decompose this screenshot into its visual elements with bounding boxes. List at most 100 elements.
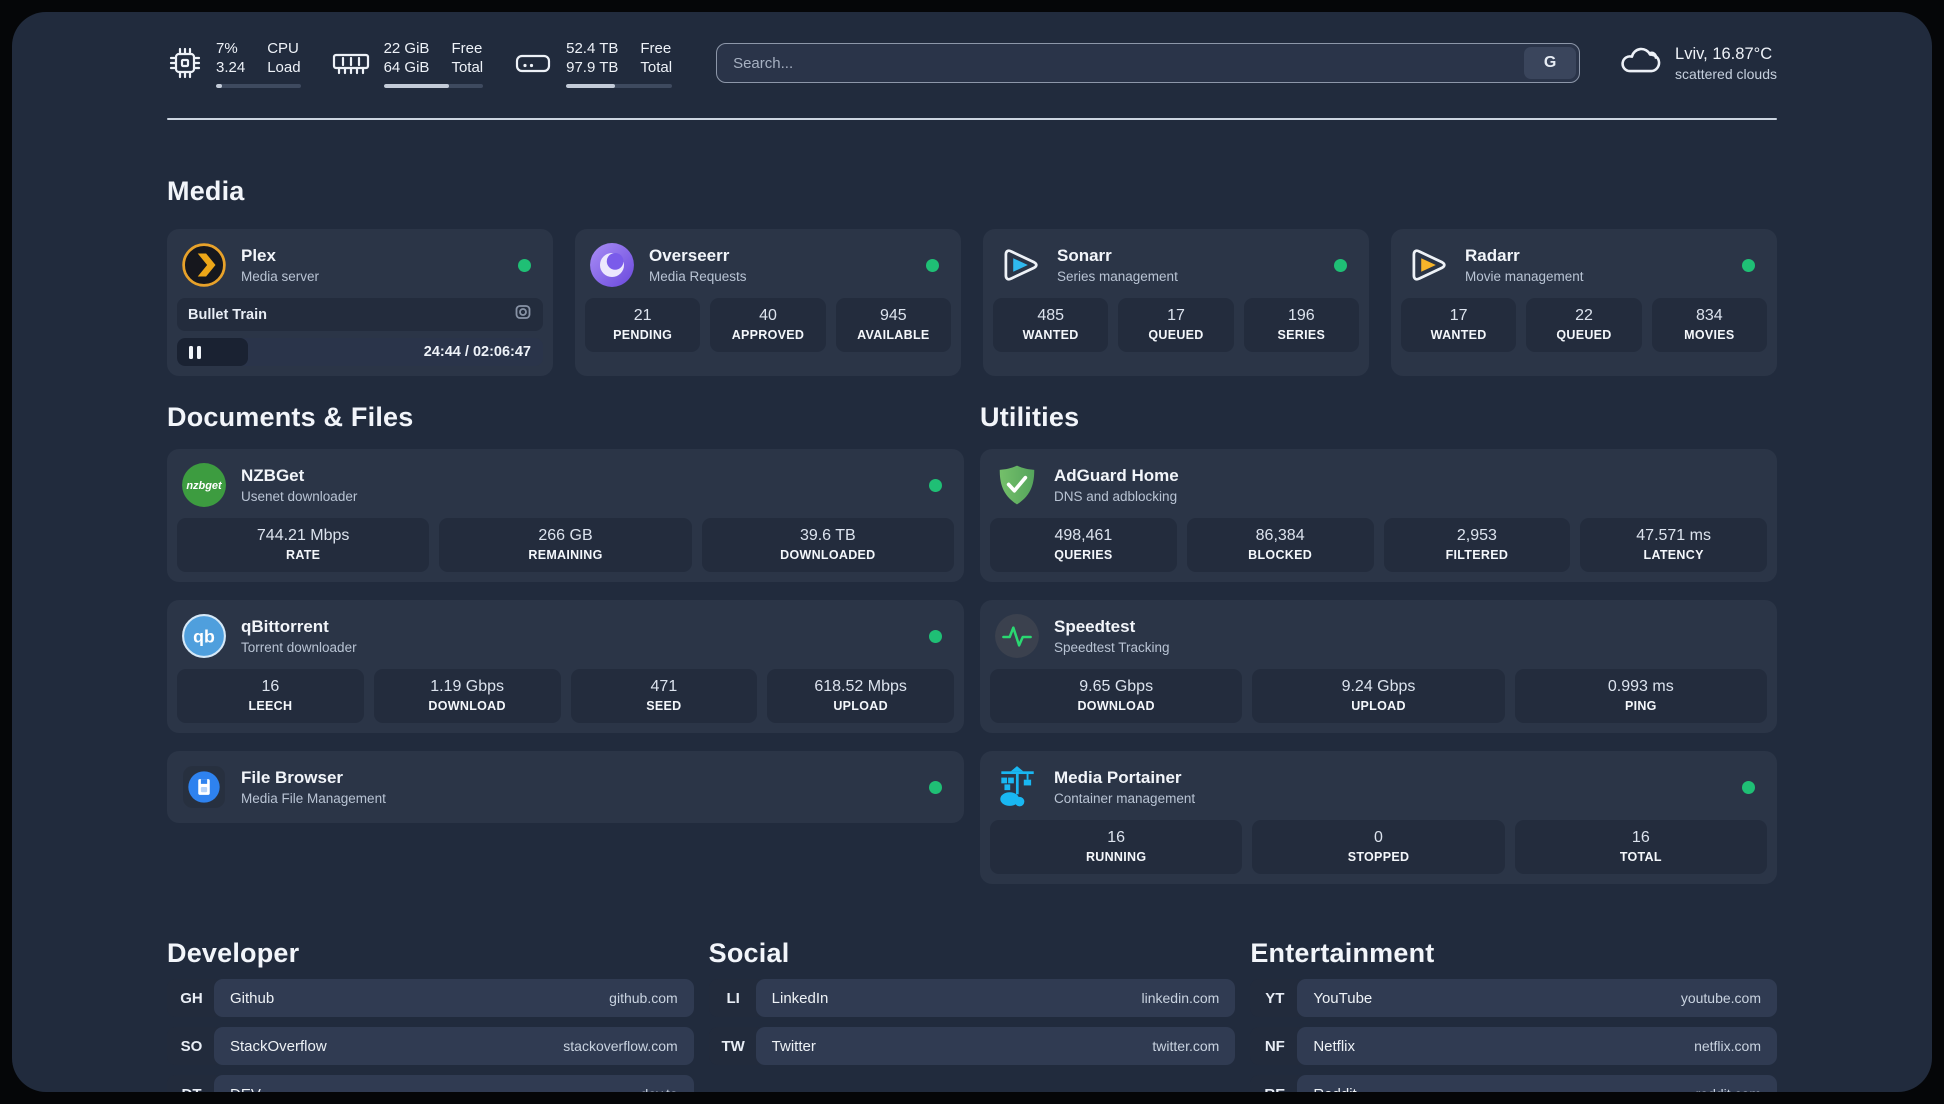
stat-label: QUEUED bbox=[1148, 328, 1204, 342]
stat-label: UPLOAD bbox=[1351, 699, 1406, 713]
filebrowser-card-header: File Browser Media File Management bbox=[177, 761, 954, 813]
header-divider bbox=[167, 118, 1777, 120]
stat-value: 39.6 TB bbox=[799, 527, 856, 544]
stat-tile: 22 QUEUED bbox=[1526, 298, 1642, 352]
stat-label: STOPPED bbox=[1347, 850, 1410, 864]
app-card-adguard[interactable]: AdGuard Home DNS and adblocking 498,461 … bbox=[980, 449, 1777, 582]
stat-tiles: 744.21 Mbps RATE 266 GB REMAINING 39.6 T… bbox=[177, 518, 954, 572]
stat-label: QUERIES bbox=[1054, 548, 1113, 562]
app-card-speedtest[interactable]: Speedtest Speedtest Tracking 9.65 Gbps D… bbox=[980, 600, 1777, 733]
stat-label: TOTAL bbox=[1619, 850, 1662, 864]
stat-value: 471 bbox=[650, 678, 678, 695]
link-row-stackoverflow: SO StackOverflow stackoverflow.com bbox=[167, 1027, 694, 1065]
link-twitter[interactable]: Twitter twitter.com bbox=[755, 1027, 1236, 1065]
app-card-qbittorrent[interactable]: qb qBittorrent Torrent downloader 16 LEE… bbox=[167, 600, 964, 733]
stat-label: QUEUED bbox=[1556, 328, 1612, 342]
sonarr-icon bbox=[997, 242, 1043, 288]
app-card-overseerr[interactable]: Overseerr Media Requests 21 PENDING 40 A… bbox=[575, 229, 961, 376]
dashboard-panel: 7% 3.24 CPU Load 22 GiB 64 GiB Free Tota… bbox=[12, 12, 1932, 1092]
stat-label: WANTED bbox=[1022, 328, 1079, 342]
storage-total-value: 97.9 TB bbox=[566, 59, 619, 76]
link-url: stackoverflow.com bbox=[563, 1038, 678, 1054]
app-subtitle: Container management bbox=[1054, 791, 1196, 806]
search-engine-button[interactable]: G bbox=[1524, 47, 1577, 79]
link-dev[interactable]: DEV dev.to bbox=[214, 1075, 694, 1092]
free-label: Free bbox=[640, 39, 672, 57]
utilities-column: Utilities AdGuard Home DNS and adblockin… bbox=[980, 402, 1777, 884]
playback-time: 24:44 / 02:06:47 bbox=[423, 344, 531, 360]
app-card-radarr[interactable]: Radarr Movie management 17 WANTED 22 QUE… bbox=[1391, 229, 1777, 376]
plex-icon bbox=[181, 242, 227, 288]
link-row-linkedin: LI LinkedIn linkedin.com bbox=[708, 979, 1236, 1017]
stat-tile: 9.65 Gbps DOWNLOAD bbox=[990, 669, 1243, 723]
app-card-portainer[interactable]: Media Portainer Container management 16 … bbox=[980, 751, 1777, 884]
topbar: 7% 3.24 CPU Load 22 GiB 64 GiB Free Tota… bbox=[167, 36, 1777, 90]
stat-value: 9.65 Gbps bbox=[1079, 678, 1154, 695]
storage-icon bbox=[513, 48, 553, 78]
link-github[interactable]: Github github.com bbox=[214, 979, 694, 1017]
app-subtitle: Speedtest Tracking bbox=[1054, 640, 1170, 655]
app-card-plex[interactable]: Plex Media server Bullet Train 24:44 / 0… bbox=[167, 229, 553, 376]
playback-progress-fill bbox=[177, 338, 249, 366]
now-playing-title: Bullet Train bbox=[188, 306, 267, 323]
stat-tiles: 16 RUNNING 0 STOPPED 16 TOTAL bbox=[990, 820, 1767, 874]
stat-label: RUNNING bbox=[1085, 850, 1147, 864]
app-subtitle: Media Requests bbox=[649, 269, 747, 284]
stat-value: 196 bbox=[1287, 307, 1315, 324]
app-subtitle: Movie management bbox=[1465, 269, 1584, 284]
storage-values: 52.4 TB 97.9 TB bbox=[566, 39, 618, 78]
link-youtube[interactable]: YouTube youtube.com bbox=[1297, 979, 1777, 1017]
plex-card-header: Plex Media server bbox=[177, 239, 543, 298]
qbittorrent-icon: qb bbox=[181, 613, 227, 659]
link-url: youtube.com bbox=[1680, 990, 1761, 1006]
stat-value: 16 bbox=[1107, 829, 1126, 846]
cpu-stat: 7% 3.24 CPU Load bbox=[167, 39, 301, 88]
stat-tile: 618.52 Mbps UPLOAD bbox=[767, 669, 954, 723]
link-reddit[interactable]: Reddit reddit.com bbox=[1297, 1075, 1777, 1092]
stat-tile: 40 APPROVED bbox=[710, 298, 826, 352]
stat-label: AVAILABLE bbox=[857, 328, 930, 342]
radarr-card-header: Radarr Movie management bbox=[1401, 239, 1767, 298]
link-netflix[interactable]: Netflix netflix.com bbox=[1297, 1027, 1777, 1065]
weather-widget: Lviv, 16.87°C scattered clouds bbox=[1618, 44, 1777, 83]
stat-tile: 196 SERIES bbox=[1243, 298, 1359, 352]
app-subtitle: Usenet downloader bbox=[241, 489, 358, 504]
link-row-github: GH Github github.com bbox=[167, 979, 694, 1017]
cpu-progress-fill bbox=[216, 83, 222, 88]
stat-value: 47.571 ms bbox=[1636, 527, 1711, 544]
cpu-load-value: 3.24 bbox=[216, 59, 246, 76]
stat-tile: 39.6 TB DOWNLOADED bbox=[701, 518, 954, 572]
cpu-progress-bar bbox=[216, 83, 301, 88]
stat-tile: 945 AVAILABLE bbox=[835, 298, 951, 352]
link-row-youtube: YT YouTube youtube.com bbox=[1250, 979, 1777, 1017]
stat-tile: 16 RUNNING bbox=[990, 820, 1243, 874]
link-linkedin[interactable]: LinkedIn linkedin.com bbox=[755, 979, 1236, 1017]
system-stats: 7% 3.24 CPU Load 22 GiB 64 GiB Free Tota… bbox=[167, 39, 673, 88]
app-card-filebrowser[interactable]: File Browser Media File Management bbox=[167, 751, 964, 823]
stat-tile: 485 WANTED bbox=[993, 298, 1109, 352]
stat-tile: 86,384 BLOCKED bbox=[1186, 518, 1374, 572]
link-name: Github bbox=[230, 989, 275, 1007]
stat-tile: 1.19 Gbps DOWNLOAD bbox=[373, 669, 561, 723]
link-stackoverflow[interactable]: StackOverflow stackoverflow.com bbox=[214, 1027, 694, 1065]
svg-text:nzbget: nzbget bbox=[186, 480, 223, 492]
app-name: Media Portainer bbox=[1054, 768, 1182, 787]
link-row-twitter: TW Twitter twitter.com bbox=[708, 1027, 1236, 1065]
app-card-nzbget[interactable]: nzbget NZBGet Usenet downloader 744.21 M… bbox=[167, 449, 964, 582]
stat-tiles: 16 LEECH 1.19 Gbps DOWNLOAD 471 SEED 618… bbox=[177, 669, 954, 723]
app-card-sonarr[interactable]: Sonarr Series management 485 WANTED 17 Q… bbox=[983, 229, 1369, 376]
stat-label: LEECH bbox=[248, 699, 293, 713]
stat-tile: 16 TOTAL bbox=[1514, 820, 1767, 874]
stat-value: 9.24 Gbps bbox=[1341, 678, 1416, 695]
status-dot bbox=[1334, 258, 1347, 272]
filebrowser-icon bbox=[181, 764, 227, 810]
stat-label: DOWNLOAD bbox=[1077, 699, 1155, 713]
app-name: File Browser bbox=[241, 768, 344, 787]
app-subtitle: Media server bbox=[241, 269, 320, 284]
search-input[interactable] bbox=[717, 44, 1522, 82]
pause-icon[interactable] bbox=[189, 345, 201, 359]
section-title-social: Social bbox=[708, 938, 790, 968]
stat-tiles: 17 WANTED 22 QUEUED 834 MOVIES bbox=[1401, 298, 1767, 352]
app-name: Speedtest bbox=[1054, 617, 1136, 636]
stat-label: BLOCKED bbox=[1248, 548, 1313, 562]
